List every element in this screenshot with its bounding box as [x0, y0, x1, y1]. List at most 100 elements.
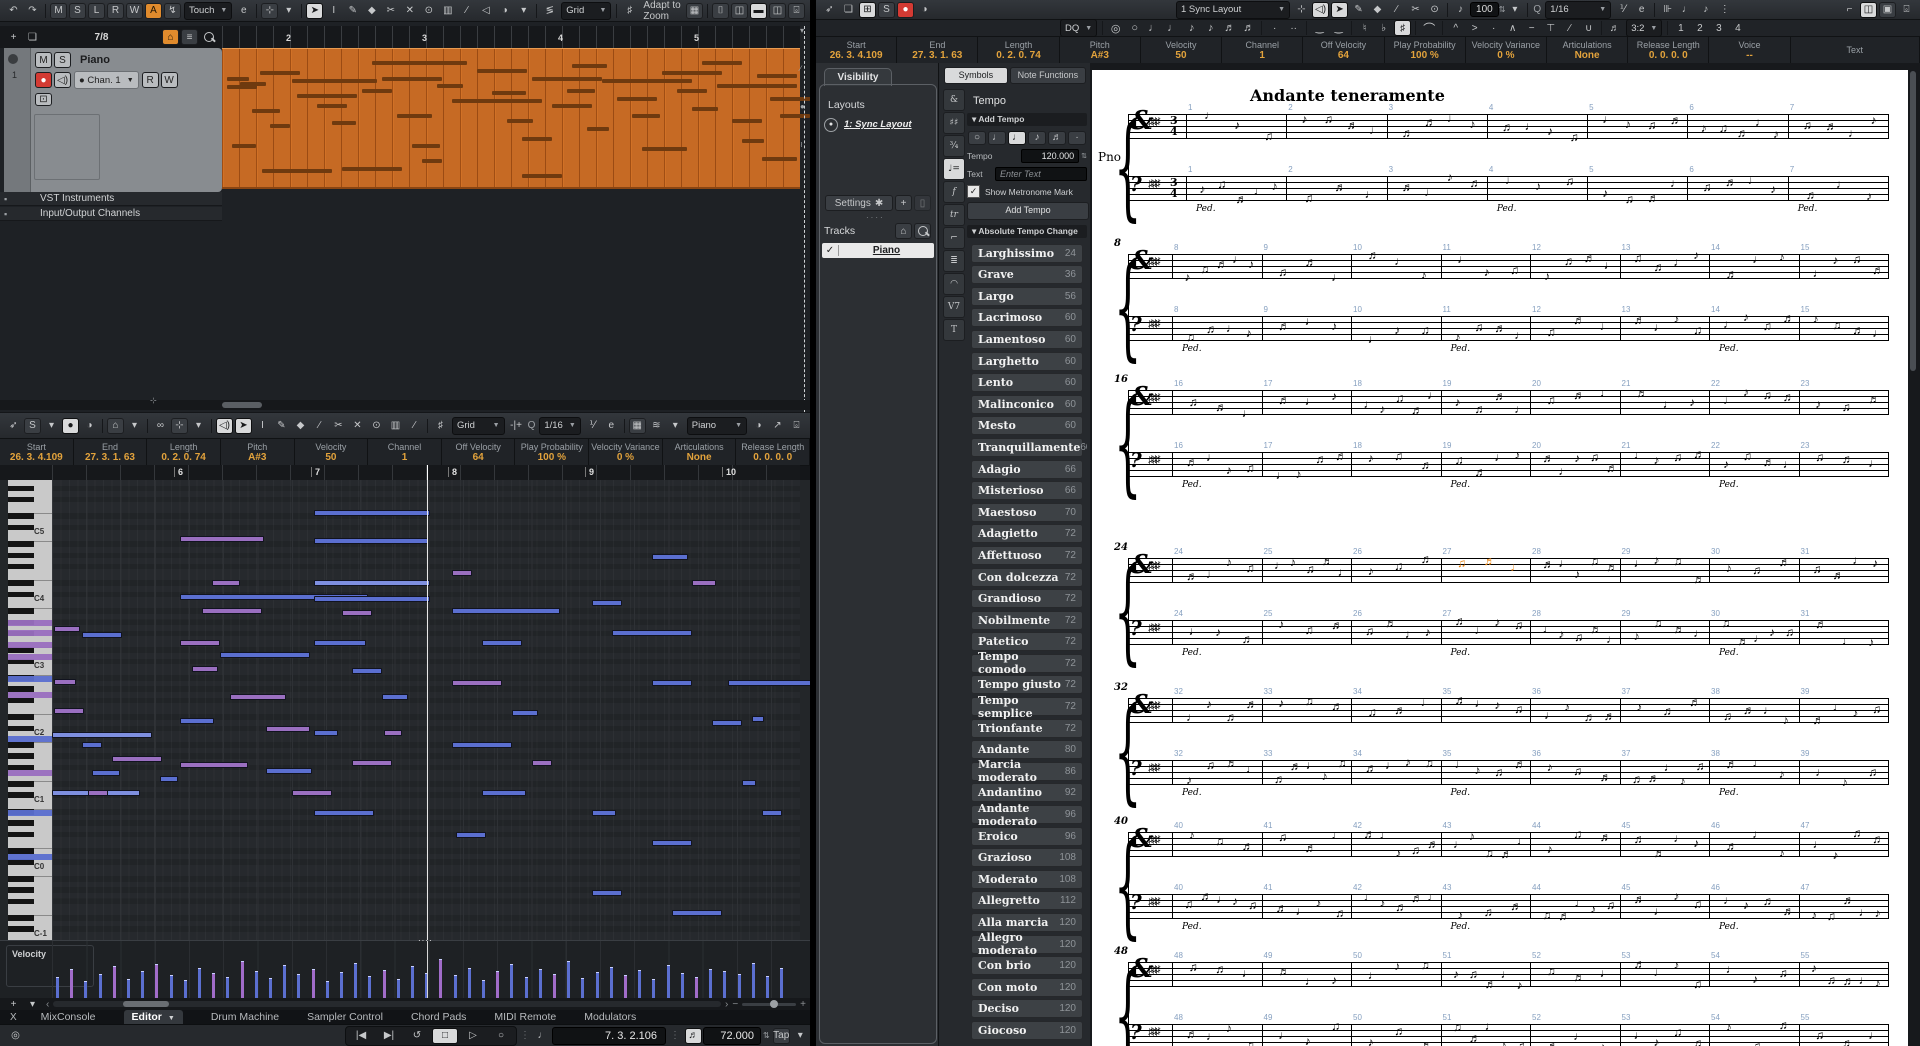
score-note[interactable]: ♪	[1779, 768, 1785, 780]
score-note[interactable]: ♬	[1305, 842, 1317, 854]
score-note[interactable]: ♩	[1815, 766, 1827, 778]
tempo-list-item[interactable]: Marcia moderato 86	[971, 758, 1083, 784]
score-note[interactable]: ♪	[1394, 324, 1400, 336]
score-note[interactable]: ♬	[1186, 1028, 1198, 1040]
tuplet-select[interactable]: 3:2 ▼	[1626, 19, 1663, 37]
editor-solo-button[interactable]: S	[878, 1, 895, 18]
score-note[interactable]: ♬	[1573, 314, 1585, 326]
score-note[interactable]: ♩	[1723, 318, 1735, 330]
score-note[interactable]: ♩	[1726, 963, 1738, 975]
score-note[interactable]: ♬	[1606, 462, 1618, 474]
score-note[interactable]: ♩	[1424, 186, 1436, 198]
score-note[interactable]: ♩	[1363, 891, 1375, 903]
add-tempo-header[interactable]: ▾ Add Tempo	[967, 113, 1087, 126]
chevron-down-icon[interactable]: ▾	[667, 418, 684, 434]
score-note[interactable]: ♬	[1726, 840, 1738, 852]
instrument-editor-button[interactable]: ⊡	[35, 92, 52, 106]
score-note[interactable]: ♫	[1752, 1040, 1761, 1046]
score-note[interactable]: ♬	[1783, 391, 1795, 403]
score-note[interactable]: ♩	[1186, 711, 1198, 723]
midi-note[interactable]	[180, 536, 264, 542]
velocity-bar[interactable]	[780, 968, 784, 1000]
draw-tool[interactable]: ✎	[1350, 2, 1367, 18]
score-note[interactable]: ♪	[1574, 568, 1580, 580]
strip-text-icon[interactable]: T	[943, 319, 965, 341]
score-note[interactable]: ♫	[1547, 394, 1556, 406]
strip-time-signature-icon[interactable]: ¾	[943, 135, 965, 157]
tempo-list-item[interactable]: Largo 56	[971, 286, 1083, 306]
metronome-check-row[interactable]: ✓ Show Metronome Mark	[967, 185, 1087, 198]
chevron-down-icon[interactable]: ▾	[43, 418, 60, 434]
grid-type-select[interactable]: Grid ▼	[561, 1, 612, 20]
score-note[interactable]: ♫	[1673, 555, 1682, 567]
read-button[interactable]: R	[141, 72, 159, 88]
info-field-off-velocity[interactable]: Off Velocity 64	[1303, 37, 1385, 63]
chevron-down-icon[interactable]: ▾	[126, 418, 143, 434]
midi-note[interactable]	[230, 694, 286, 700]
object-select-tool[interactable]: ➤	[235, 417, 252, 434]
score-note[interactable]: ♩	[1242, 407, 1254, 419]
score-note[interactable]: ♬	[1547, 1040, 1559, 1046]
score-note[interactable]: ♩	[1331, 271, 1343, 283]
score-note[interactable]: ♪	[1872, 557, 1878, 569]
velocity-bar[interactable]	[127, 979, 130, 1000]
score-note[interactable]: ♪	[1743, 899, 1749, 911]
score-note[interactable]: ♪	[1811, 962, 1817, 974]
velocity-bar[interactable]	[411, 966, 414, 1000]
keyboard-icon[interactable]: ▦	[686, 2, 703, 19]
checkbox-checked-icon[interactable]: ✓	[967, 185, 980, 198]
score-note[interactable]: ♪	[1516, 979, 1522, 991]
zone-icon[interactable]: ⌻	[788, 418, 805, 434]
score-note[interactable]: ♬	[1852, 324, 1864, 336]
score-note[interactable]: ♩	[1216, 893, 1228, 905]
score-note[interactable]: ♬	[1494, 322, 1506, 334]
score-note[interactable]: ♫	[1421, 959, 1430, 971]
velocity-bar[interactable]	[553, 974, 556, 1000]
score-note[interactable]: ♪	[1226, 556, 1232, 568]
score-note[interactable]: ♫	[1815, 1029, 1824, 1041]
score-note[interactable]: ♬	[1346, 119, 1358, 131]
score-note[interactable]: ♫	[1514, 703, 1523, 715]
tempo-list-item[interactable]: Tempo semplice 72	[971, 694, 1083, 720]
score-note[interactable]: ♬	[1573, 389, 1585, 401]
tempo-list-item[interactable]: Patetico 72	[971, 632, 1083, 652]
score-note[interactable]: ♩	[1394, 255, 1406, 267]
score-note[interactable]: ♫	[1315, 453, 1324, 465]
score-note[interactable]: ♪	[1474, 764, 1480, 776]
score-note[interactable]: ♫	[1189, 961, 1198, 973]
velocity-bar[interactable]	[524, 977, 528, 1000]
score-note[interactable]: ♩	[1505, 174, 1517, 186]
score-note[interactable]: ♩	[1872, 327, 1884, 339]
score-note[interactable]: ♪	[1394, 960, 1400, 972]
score-note[interactable]: ♪	[1535, 180, 1541, 192]
score-note[interactable]: ♫	[1785, 626, 1794, 638]
score-note[interactable]: ♫	[1573, 828, 1582, 840]
pin-icon[interactable]: ➶	[821, 2, 838, 18]
score-note[interactable]: ♪	[1395, 847, 1401, 859]
score-note[interactable]: ♬	[1474, 466, 1486, 478]
score-note[interactable]: ♪	[1501, 1039, 1507, 1046]
tab-modulators[interactable]: Modulators	[584, 1011, 636, 1023]
score-note[interactable]: ♩	[1723, 894, 1735, 906]
score-note[interactable]: ♪	[1331, 320, 1337, 332]
score-note[interactable]: ♬	[1394, 704, 1406, 716]
score-note[interactable]: ♫	[1278, 831, 1287, 843]
midi-note[interactable]	[452, 608, 560, 614]
score-note[interactable]: ♫	[1570, 131, 1579, 143]
acoustic-feedback-icon[interactable]: ◁)	[216, 417, 233, 434]
score-note[interactable]: ♪	[1484, 266, 1490, 278]
score-note[interactable]: ♬	[1584, 252, 1596, 264]
tempo-list-item[interactable]: Adagio 66	[971, 459, 1083, 479]
score-note[interactable]: ♬	[1633, 314, 1645, 326]
transform-icon[interactable]: ≶	[541, 3, 558, 19]
velocity-bar[interactable]	[652, 979, 656, 1000]
note-insert-icon[interactable]: ♪	[1697, 2, 1714, 18]
tempo-list-item[interactable]: Tranquillamente60	[971, 437, 1087, 457]
score-note[interactable]: ♩	[1337, 566, 1349, 578]
score-note[interactable]: ♪	[1673, 959, 1679, 971]
score-note[interactable]: ♫	[1453, 1021, 1462, 1033]
chevron-down-icon[interactable]: ▾	[1506, 2, 1523, 18]
score-note[interactable]: ♩	[1859, 906, 1871, 918]
score-note[interactable]: ♫	[1510, 264, 1519, 276]
score-note[interactable]: ♪	[1271, 180, 1277, 192]
